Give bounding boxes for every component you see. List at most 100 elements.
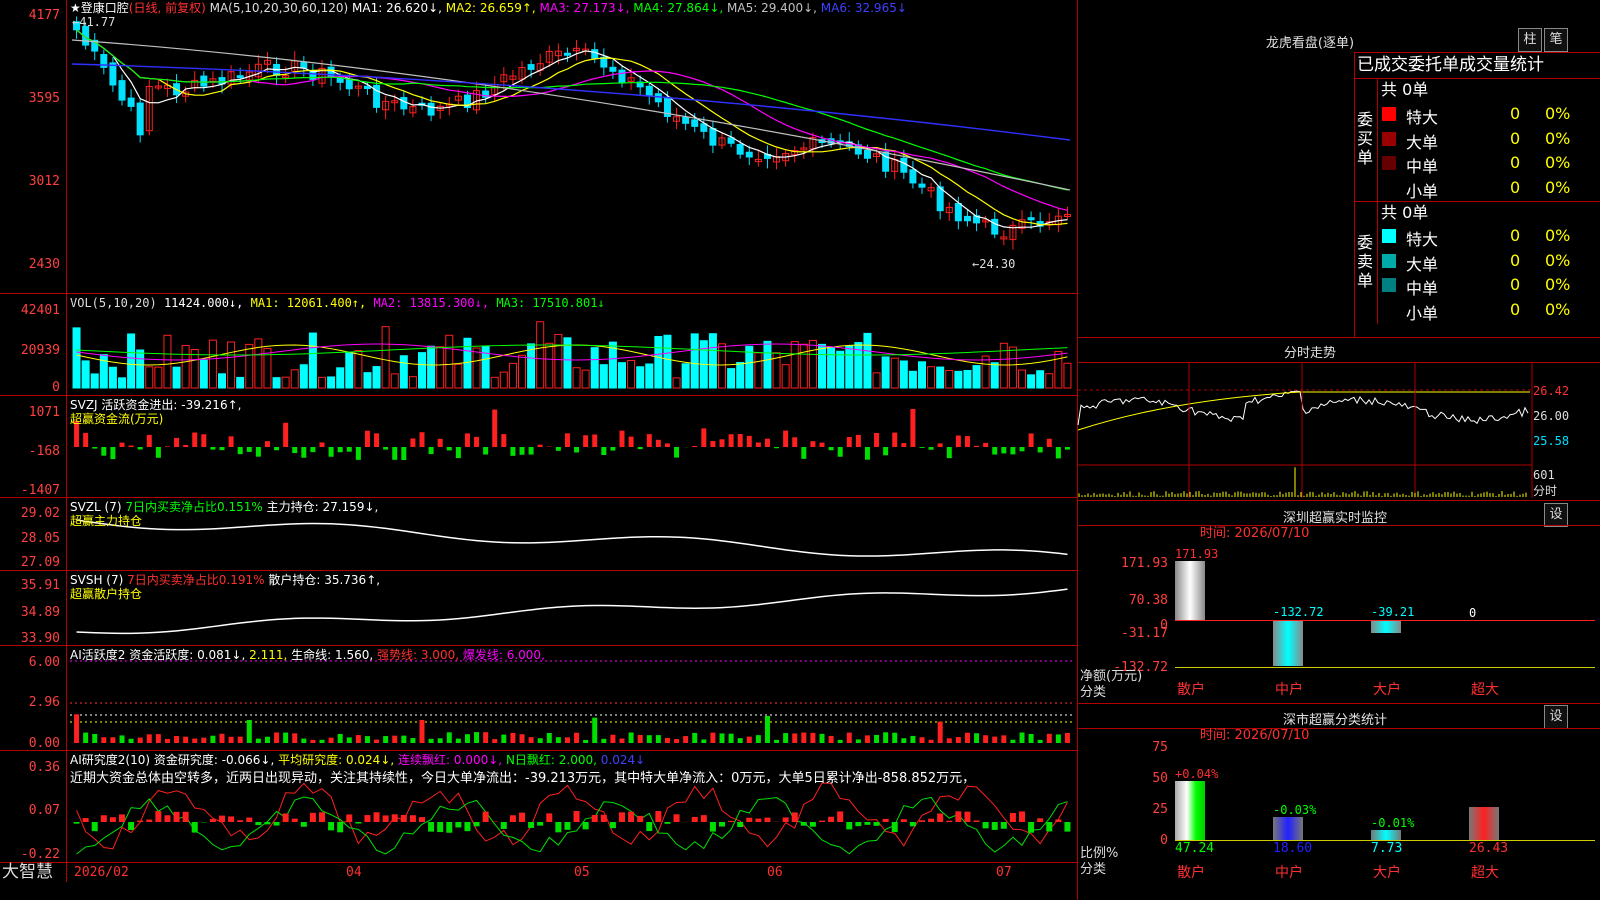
- flow-bar: [937, 443, 943, 447]
- monitor-bar[interactable]: [1371, 620, 1401, 634]
- period-label[interactable]: (日线, 前复权): [129, 1, 206, 15]
- flow-bar: [610, 447, 616, 451]
- flow-bar: [301, 447, 307, 458]
- svzl-label[interactable]: SVZL (7): [70, 500, 122, 514]
- research-line: [76, 782, 1068, 850]
- class-bar[interactable]: [1371, 830, 1401, 840]
- intraday-tick: 26.42: [1533, 384, 1570, 398]
- research-bar: [528, 822, 535, 828]
- research-bar: [1019, 811, 1025, 822]
- research-bar: [719, 822, 725, 827]
- tick-mode-button[interactable]: 笔: [1544, 28, 1568, 52]
- flow-bar: [974, 445, 980, 447]
- intraday-title[interactable]: 分时走势: [1240, 342, 1380, 361]
- class-settings-button[interactable]: 设: [1544, 705, 1568, 729]
- monitor-bar[interactable]: [1175, 561, 1205, 620]
- activity-bar: [910, 735, 916, 743]
- research-bar: [873, 822, 880, 826]
- flow-bar: [1001, 447, 1007, 454]
- sell-total: 共 0单: [1381, 203, 1429, 222]
- svsh-sub: 超赢散户持仓: [70, 587, 143, 601]
- activity-bar: [628, 732, 634, 743]
- class-ylabel: 比例%: [1080, 846, 1119, 861]
- activity-bar: [937, 721, 943, 743]
- flow-bar: [110, 447, 116, 460]
- research-bar: [891, 822, 898, 833]
- activity-bar: [555, 737, 561, 743]
- flow-bar: [1028, 433, 1034, 447]
- volume-bar: [645, 363, 654, 389]
- activity-bar: [328, 737, 334, 743]
- svsh-label[interactable]: SVSH (7): [70, 573, 123, 587]
- activity-bar: [410, 738, 416, 743]
- monitor-bar[interactable]: [1273, 620, 1303, 666]
- volume-bar: [108, 366, 117, 389]
- stock-title[interactable]: ★登康口腔: [70, 1, 129, 15]
- ai-research-e: 0.024↓: [600, 753, 646, 767]
- volume-bar: [736, 361, 745, 389]
- vol-y-tick: 0: [52, 380, 60, 395]
- flow-bar: [719, 439, 725, 447]
- volume-bar: [472, 347, 481, 389]
- research-bar: [637, 815, 644, 822]
- research-bar: [291, 818, 298, 822]
- vol-ma1: MA1: 12061.400↑,: [250, 296, 367, 310]
- activity-bar: [792, 733, 798, 743]
- buy-side-label: 委买单: [1357, 110, 1374, 167]
- candle-body: [736, 143, 744, 155]
- research-bar: [82, 818, 89, 822]
- ai-research-label[interactable]: AI研究度2(10): [70, 753, 150, 767]
- kline-y-tick: 4177: [28, 8, 60, 23]
- activity-bar: [828, 735, 834, 743]
- research-bar: [1037, 818, 1044, 822]
- candle-body: [591, 49, 599, 59]
- ma1-value: MA1: 26.620↓,: [352, 1, 442, 15]
- flow-bar: [119, 442, 125, 447]
- activity-bar: [292, 733, 298, 743]
- flow-bar: [846, 437, 852, 447]
- volume-bar: [418, 352, 426, 389]
- monitor-settings-button[interactable]: 设: [1544, 503, 1568, 527]
- activity-bar: [737, 738, 743, 743]
- sell-row-name: 中单: [1406, 279, 1439, 298]
- buy-row-count: 0: [1510, 128, 1521, 148]
- candle-body: [691, 119, 699, 127]
- flow-bar: [1055, 447, 1061, 459]
- research-bar: [964, 811, 971, 822]
- intraday-tick: 25.58: [1533, 434, 1570, 448]
- class-category: 中户: [1275, 865, 1303, 881]
- vol-label[interactable]: VOL(5,10,20): [70, 296, 157, 310]
- research-bar: [1028, 822, 1035, 833]
- ai-active-label[interactable]: AI活跃度2: [70, 648, 125, 662]
- class-bar[interactable]: [1175, 781, 1205, 840]
- ai-research-comment: 近期大资金总体由空转多，近两日出现异动，关注其持续性，今日大单净流出：-39.2…: [70, 771, 976, 786]
- volume-bar: [1045, 373, 1054, 389]
- monitor-tick: 70.38: [1128, 593, 1168, 608]
- x-axis-label: 06: [767, 865, 783, 880]
- brand-logo[interactable]: 大智慧: [2, 862, 53, 882]
- volume-bar: [427, 345, 436, 389]
- sell-row-name: 小单: [1406, 303, 1439, 323]
- svzj-label[interactable]: SVZJ 活跃资金进出: -39.216↑,: [70, 398, 241, 412]
- flow-bar: [801, 447, 807, 459]
- ma-line: [76, 29, 1068, 226]
- flow-bar: [1064, 447, 1070, 450]
- flow-bar: [664, 443, 670, 447]
- flow-bar: [755, 442, 761, 447]
- candle-body: [109, 62, 117, 86]
- candle-body: [682, 116, 690, 124]
- volume-bar: [445, 334, 454, 389]
- class-bar[interactable]: [1469, 807, 1499, 840]
- activity-bar: [601, 738, 607, 743]
- ma-indicator-label[interactable]: MA(5,10,20,30,60,120): [210, 1, 349, 15]
- class-category: 散户: [1177, 865, 1205, 881]
- research-bar: [673, 814, 680, 822]
- flow-bar: [401, 447, 407, 461]
- flow-bar: [446, 447, 452, 451]
- class-pct-value: 26.43: [1469, 841, 1509, 856]
- volume-bar: [981, 355, 990, 389]
- class-bar[interactable]: [1273, 816, 1303, 840]
- activity-bar: [801, 732, 807, 743]
- bar-mode-button[interactable]: 柱: [1518, 28, 1542, 52]
- research-bar: [737, 822, 744, 828]
